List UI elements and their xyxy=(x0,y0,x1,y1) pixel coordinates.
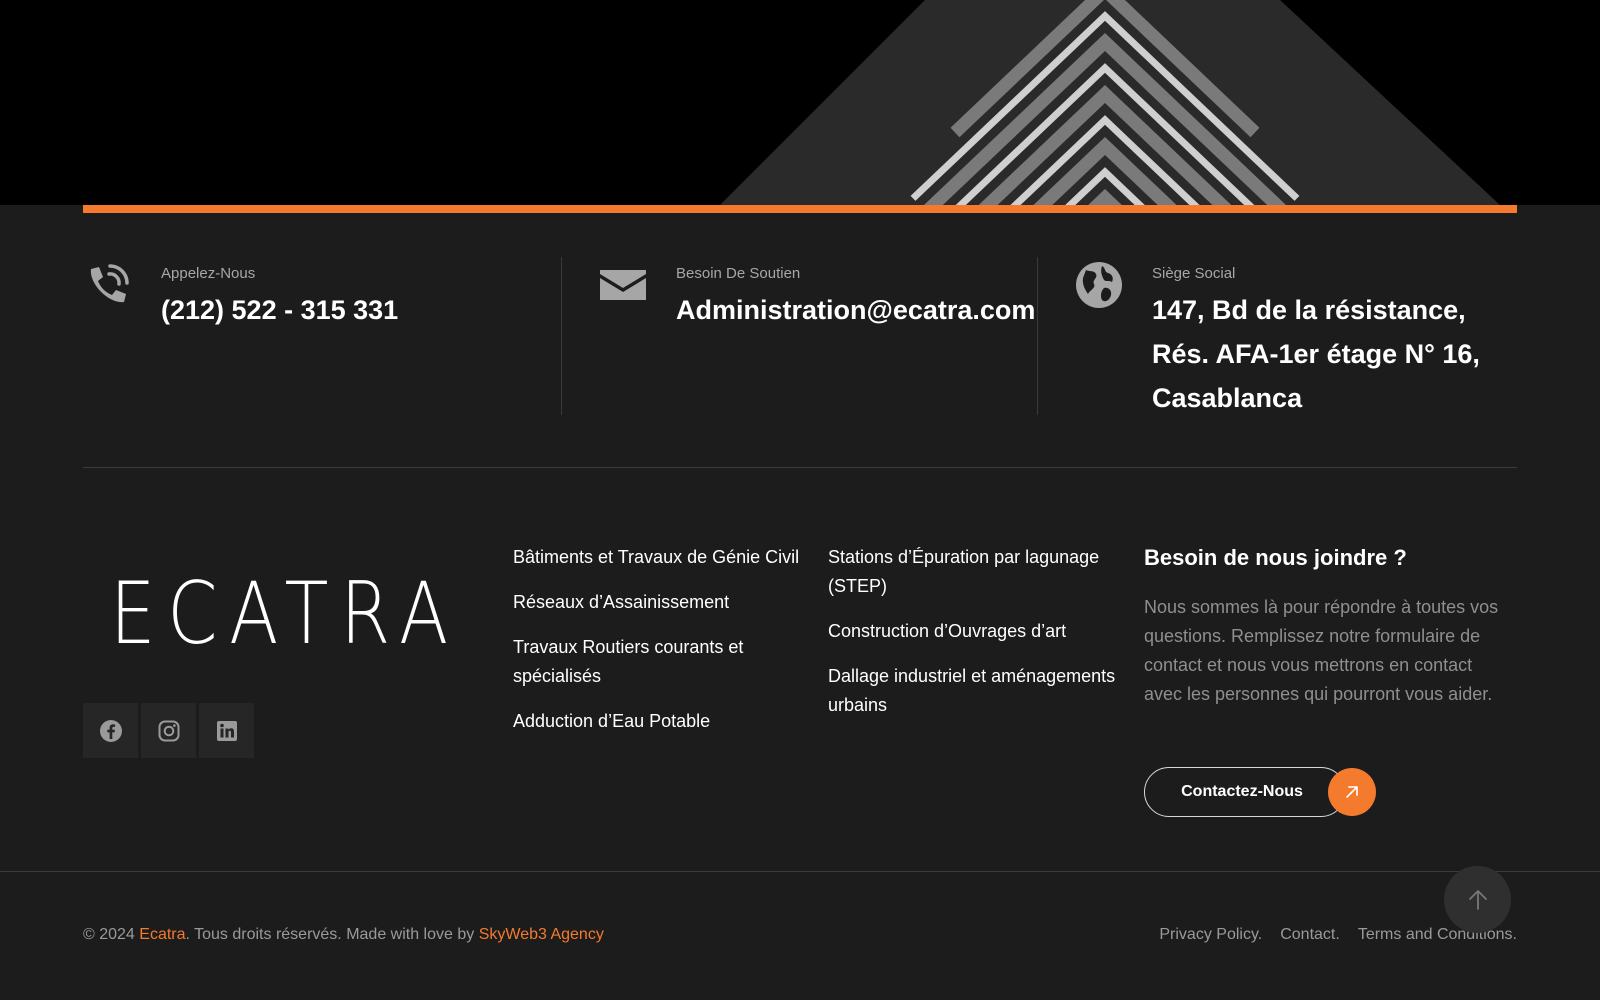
copyright-prefix: © 2024 xyxy=(83,926,140,943)
contact-button-group: Contactez-Nous xyxy=(1144,767,1376,817)
copyright: © 2024 Ecatra. Tous droits réservés. Mad… xyxy=(83,926,604,944)
envelope-icon xyxy=(598,260,648,310)
accent-bar xyxy=(83,205,1517,213)
service-link[interactable]: Travaux Routiers courants et spécialisés xyxy=(513,633,825,691)
arrow-up-icon xyxy=(1468,889,1487,910)
contact-email: Besoin De Soutien Administration@ecatra.… xyxy=(598,255,1038,417)
arrow-up-right-icon[interactable] xyxy=(1328,768,1376,816)
instagram-icon[interactable] xyxy=(141,703,196,758)
services-list-2: Stations d’Épuration par lagunage (STEP)… xyxy=(828,543,1138,736)
logo-text: ECATRA xyxy=(110,565,460,650)
agency-link[interactable]: SkyWeb3 Agency xyxy=(479,926,604,943)
globe-icon xyxy=(1074,260,1124,310)
contact-email-label: Besoin De Soutien xyxy=(676,265,801,282)
contact-info-row: Appelez-Nous (212) 522 - 315 331 Besoin … xyxy=(83,255,1517,417)
address-line: Rés. AFA-1er étage N° 16, xyxy=(1152,339,1480,369)
footer-divider xyxy=(0,871,1600,872)
contact-phone-value[interactable]: (212) 522 - 315 331 xyxy=(161,288,398,332)
contact-phone: Appelez-Nous (212) 522 - 315 331 xyxy=(83,255,553,417)
contact-cta-section: Besoin de nous joindre ? Nous sommes là … xyxy=(1144,543,1504,709)
contact-divider xyxy=(561,257,562,415)
service-link[interactable]: Construction d’Ouvrages d’art xyxy=(828,617,1138,646)
address-line: Casablanca xyxy=(1152,383,1303,413)
brand-link[interactable]: Ecatra xyxy=(139,926,185,943)
contact-button[interactable]: Contactez-Nous xyxy=(1144,767,1346,817)
service-link[interactable]: Adduction d’Eau Potable xyxy=(513,707,825,736)
copyright-text: . Tous droits réservés. Made with love b… xyxy=(185,926,479,943)
contact-address-label: Siège Social xyxy=(1152,265,1236,282)
section-divider xyxy=(83,467,1517,468)
contact-email-value[interactable]: Administration@ecatra.com xyxy=(676,288,1035,332)
phone-icon xyxy=(83,260,133,310)
contact-address-value: 147, Bd de la résistance, Rés. AFA-1er é… xyxy=(1152,288,1480,420)
social-links xyxy=(83,703,254,758)
services-list-1: Bâtiments et Travaux de Génie Civil Rése… xyxy=(513,543,825,752)
contact-phone-label: Appelez-Nous xyxy=(161,265,256,282)
service-link[interactable]: Bâtiments et Travaux de Génie Civil xyxy=(513,543,825,572)
service-link[interactable]: Stations d’Épuration par lagunage (STEP) xyxy=(828,543,1138,601)
scroll-to-top-button[interactable] xyxy=(1444,866,1511,933)
privacy-policy-link[interactable]: Privacy Policy. xyxy=(1159,926,1262,944)
hero-building-image xyxy=(0,0,1600,205)
join-description: Nous sommes là pour répondre à toutes vo… xyxy=(1144,597,1499,704)
ecatra-logo[interactable]: ECATRA xyxy=(110,564,460,664)
contact-divider xyxy=(1037,257,1038,415)
linkedin-icon[interactable] xyxy=(199,703,254,758)
contact-address: Siège Social 147, Bd de la résistance, R… xyxy=(1074,255,1517,417)
contact-link[interactable]: Contact. xyxy=(1280,926,1340,944)
join-title: Besoin de nous joindre ? xyxy=(1144,545,1407,570)
service-link[interactable]: Dallage industriel et aménagements urbai… xyxy=(828,662,1138,720)
address-line: 147, Bd de la résistance, xyxy=(1152,295,1466,325)
service-link[interactable]: Réseaux d’Assainissement xyxy=(513,588,825,617)
logo-mark: ECATRA xyxy=(110,564,460,664)
facebook-icon[interactable] xyxy=(83,703,138,758)
